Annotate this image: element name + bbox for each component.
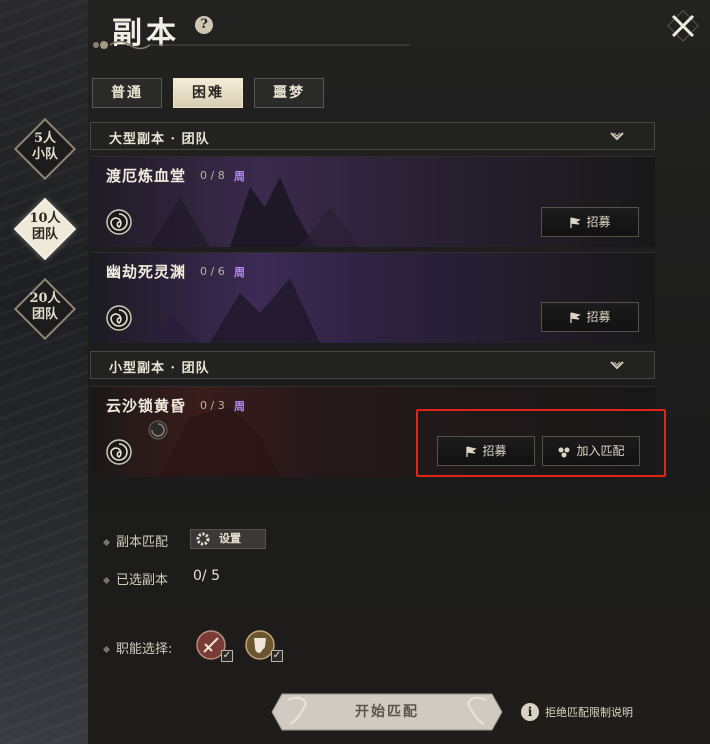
start-match-label: 开始匹配: [355, 704, 419, 720]
dungeon-row[interactable]: 幽劫死灵渊 0 / 6 周 招募: [90, 252, 655, 343]
recruit-label: 招募: [586, 215, 611, 229]
tank-role-checkbox[interactable]: ✓: [271, 650, 283, 662]
role-option-row: 职能选择:: [102, 638, 173, 657]
tab-hard[interactable]: 困难: [173, 78, 243, 108]
dungeon-count: 0 / 8: [200, 169, 225, 182]
close-icon[interactable]: [667, 10, 699, 42]
team-size-10[interactable]: 10人 团队: [12, 196, 78, 262]
flag-icon: [570, 311, 582, 323]
swirl-icon: [106, 305, 132, 331]
swirl-icon: [106, 209, 132, 235]
match-limit-info-link[interactable]: 拒绝匹配限制说明: [545, 704, 633, 720]
flag-icon: [570, 216, 582, 228]
size-tab-count: 5人: [33, 131, 57, 146]
selected-count: 0/ 5: [193, 568, 220, 584]
recruit-button[interactable]: 招募: [541, 302, 639, 332]
dungeon-count: 0 / 6: [200, 265, 225, 278]
team-size-5[interactable]: 5人 小队: [12, 116, 78, 182]
side-background: [0, 0, 95, 744]
selected-label: 已选副本: [116, 573, 169, 588]
dungeon-period: 周: [234, 170, 245, 183]
size-tab-count: 20人: [29, 291, 61, 306]
dungeon-period: 周: [234, 266, 245, 279]
dungeon-name: 渡厄炼血堂: [106, 167, 187, 185]
tab-nightmare[interactable]: 噩梦: [254, 78, 324, 108]
settings-label: 设置: [219, 532, 241, 545]
chevron-down-icon[interactable]: [610, 131, 624, 141]
start-match-button[interactable]: 开始匹配: [268, 690, 506, 734]
section-header-large[interactable]: 大型副本 · 团队: [90, 122, 655, 150]
title-ornament-icon: [93, 40, 410, 50]
dps-role-checkbox[interactable]: ✓: [221, 650, 233, 662]
dungeon-count: 0 / 3: [200, 399, 225, 412]
settings-button[interactable]: 设置: [190, 529, 266, 549]
team-size-20[interactable]: 20人 团队: [12, 276, 78, 342]
recruit-label: 招募: [586, 310, 611, 324]
section-title: 大型副本 · 团队: [109, 132, 210, 147]
tab-normal[interactable]: 普通: [92, 78, 162, 108]
size-tab-count: 10人: [29, 211, 61, 226]
dungeon-name: 幽劫死灵渊: [106, 263, 187, 281]
size-tab-type: 团队: [31, 307, 58, 322]
highlight-box: [416, 409, 666, 477]
match-option-row: 副本匹配: [102, 531, 169, 550]
dungeon-period: 周: [234, 400, 245, 413]
lock-icon: [148, 420, 168, 440]
size-tab-type: 团队: [31, 227, 58, 242]
chevron-down-icon[interactable]: [610, 360, 624, 370]
info-icon[interactable]: i: [521, 703, 539, 721]
recruit-button[interactable]: 招募: [541, 207, 639, 237]
swirl-icon: [106, 439, 132, 465]
section-header-small[interactable]: 小型副本 · 团队: [90, 351, 655, 379]
match-label: 副本匹配: [116, 535, 169, 550]
gear-icon: [196, 532, 210, 546]
role-label: 职能选择:: [116, 642, 173, 657]
dungeon-name: 云沙锁黄昏: [106, 397, 187, 415]
size-tab-type: 小队: [31, 147, 58, 162]
section-title: 小型副本 · 团队: [109, 361, 210, 376]
help-icon[interactable]: ?: [195, 16, 213, 34]
dungeon-row[interactable]: 渡厄炼血堂 0 / 8 周 招募: [90, 156, 655, 247]
selected-option-row: 已选副本: [102, 569, 169, 588]
